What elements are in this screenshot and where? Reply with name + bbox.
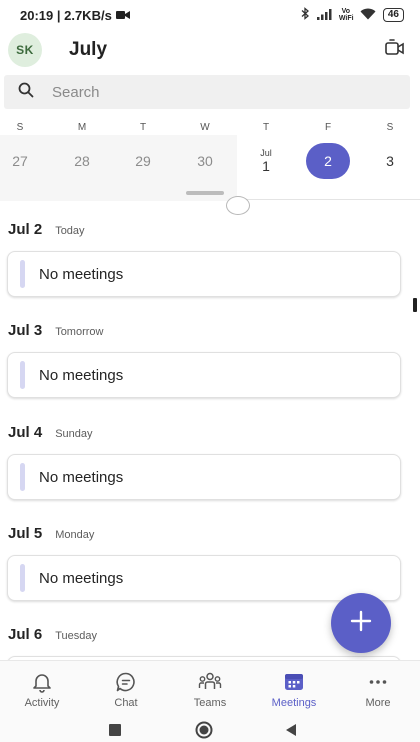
status-left: 20:19 | 2.7KB/s — [20, 8, 130, 23]
date-cell[interactable]: 3 — [368, 143, 412, 179]
card-accent-bar — [20, 260, 25, 288]
agenda-day: Jul 4 Sunday No meetings — [0, 418, 420, 500]
nav-teams[interactable]: Teams — [168, 661, 252, 718]
scroll-indicator[interactable] — [413, 298, 417, 312]
meeting-card[interactable]: No meetings — [7, 352, 401, 398]
agenda-day-relative: Today — [55, 225, 85, 237]
bottom-nav: Activity Chat Teams Meetings More — [0, 660, 420, 718]
agenda-day-date: Jul 2 — [8, 221, 43, 238]
video-call-icon — [385, 38, 405, 62]
nav-chat[interactable]: Chat — [84, 661, 168, 718]
agenda-day-date: Jul 6 — [8, 626, 43, 643]
date-stack: Jul 1 — [260, 148, 272, 174]
nav-label: Meetings — [271, 697, 317, 709]
date-cell[interactable]: 29 — [121, 143, 165, 179]
week-strip: S 27 M 28 T 29 W 30 T Jul 1 F 2 S 3 — [0, 117, 420, 201]
date-cell[interactable]: 30 — [183, 143, 227, 179]
status-time: 20:19 | 2.7KB/s — [20, 7, 112, 23]
page-title: July — [69, 39, 108, 60]
meeting-card[interactable]: No meetings — [7, 454, 401, 500]
day-of-week-label: W — [200, 122, 210, 133]
system-nav-bar — [0, 718, 420, 742]
card-accent-bar — [20, 463, 25, 491]
week-drag-handle[interactable] — [186, 191, 224, 195]
day-saturday[interactable]: S 3 — [360, 117, 420, 200]
agenda-day: Jul 3 Tomorrow No meetings — [0, 316, 420, 398]
status-right: Vo WiFi 46 — [301, 7, 404, 23]
video-record-icon — [115, 8, 130, 23]
agenda-day-relative: Tomorrow — [55, 326, 104, 338]
day-friday[interactable]: F 2 — [298, 117, 358, 200]
day-of-week-label: S — [16, 122, 24, 133]
meeting-card-text: No meetings — [39, 468, 124, 486]
status-bar: 20:19 | 2.7KB/s Vo WiFi 46 — [0, 0, 420, 30]
date-cell[interactable]: 27 — [0, 143, 42, 179]
card-accent-bar — [20, 361, 25, 389]
meeting-card[interactable]: No meetings — [7, 251, 401, 297]
nav-label: More — [365, 697, 391, 709]
day-monday[interactable]: M 28 — [52, 117, 112, 200]
search-input[interactable] — [52, 83, 372, 101]
day-of-week-label: F — [324, 122, 332, 133]
day-of-week-label: T — [139, 122, 147, 133]
day-of-week-label: S — [386, 122, 394, 133]
plus-icon — [350, 610, 372, 637]
nav-label: Chat — [114, 697, 138, 709]
meeting-card-text: No meetings — [39, 366, 124, 384]
agenda-day-relative: Tuesday — [55, 630, 97, 642]
vowifi-label: Vo WiFi — [338, 8, 354, 22]
agenda-day-header: Jul 2 Today — [0, 215, 420, 245]
agenda-day-date: Jul 4 — [8, 424, 43, 441]
calendar-expand-handle[interactable] — [226, 196, 250, 215]
meeting-card-text: No meetings — [39, 569, 124, 587]
day-tuesday[interactable]: T 29 — [113, 117, 173, 200]
chat-icon — [114, 670, 138, 694]
agenda-day: Jul 5 Monday No meetings — [0, 519, 420, 601]
date-cell[interactable]: Jul 1 — [244, 143, 288, 179]
search-icon — [18, 82, 34, 103]
nav-more[interactable]: More — [336, 661, 420, 718]
agenda-day-header: Jul 5 Monday — [0, 519, 420, 549]
nav-label: Teams — [193, 697, 227, 709]
selected-date-cell[interactable]: 2 — [306, 143, 350, 179]
agenda-day-date: Jul 3 — [8, 322, 43, 339]
day-of-week-label: T — [262, 122, 270, 133]
month-label: Jul — [260, 147, 272, 158]
day-sunday[interactable]: S 27 — [0, 117, 50, 200]
date-number: 1 — [262, 158, 270, 175]
nav-meetings[interactable]: Meetings — [252, 661, 336, 718]
meet-now-button[interactable] — [380, 35, 410, 65]
bluetooth-icon — [301, 7, 310, 23]
battery-indicator: 46 — [382, 8, 404, 22]
app-header: SK July — [0, 30, 420, 70]
agenda-day-header: Jul 4 Sunday — [0, 418, 420, 448]
search-bar[interactable] — [4, 75, 410, 109]
date-cell[interactable]: 28 — [60, 143, 104, 179]
agenda-day-relative: Monday — [55, 529, 95, 541]
meeting-card-text: No meetings — [39, 265, 124, 283]
back-button[interactable] — [284, 723, 298, 742]
new-meeting-fab[interactable] — [331, 593, 391, 653]
agenda-day-relative: Sunday — [55, 428, 93, 440]
wifi-icon — [360, 8, 376, 23]
avatar[interactable]: SK — [8, 33, 42, 67]
day-wednesday[interactable]: W 30 — [175, 117, 235, 200]
bell-icon — [30, 670, 54, 694]
recents-button[interactable] — [108, 723, 122, 742]
calendar-icon — [282, 670, 306, 694]
nav-activity[interactable]: Activity — [0, 661, 84, 718]
agenda-day-header: Jul 3 Tomorrow — [0, 316, 420, 346]
teams-icon — [198, 670, 222, 694]
nav-label: Activity — [24, 697, 60, 709]
meeting-card[interactable]: No meetings — [7, 555, 401, 601]
day-of-week-label: M — [77, 122, 87, 133]
more-icon — [366, 670, 390, 694]
agenda-day: Jul 2 Today No meetings — [0, 215, 420, 297]
agenda-day-date: Jul 5 — [8, 525, 43, 542]
card-accent-bar — [20, 564, 25, 592]
day-thursday[interactable]: T Jul 1 — [236, 117, 296, 200]
home-button[interactable] — [194, 721, 214, 742]
signal-icon — [316, 8, 332, 23]
